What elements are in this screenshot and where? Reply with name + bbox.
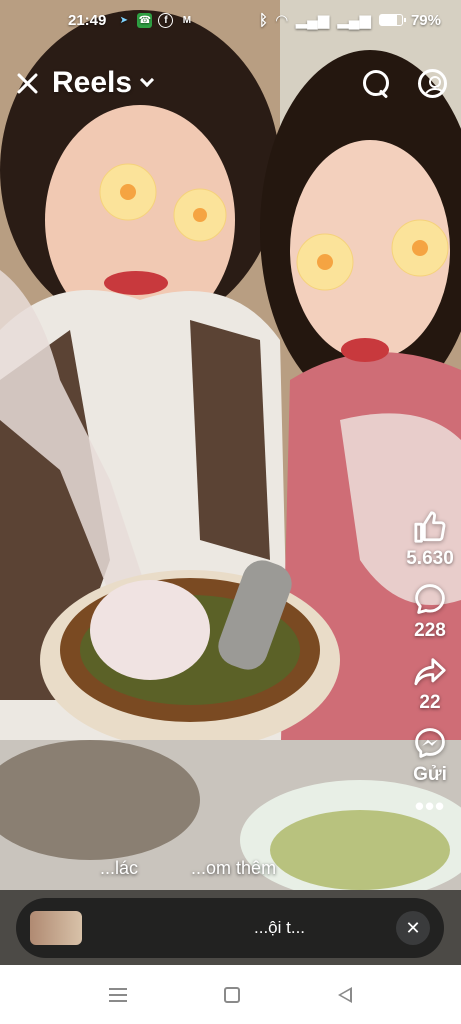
like-button[interactable]: 5.630	[406, 510, 454, 570]
recent-apps-icon[interactable]	[108, 987, 127, 1002]
comment-count: 228	[414, 620, 446, 641]
signal-icon-2: ▂▄▆	[337, 12, 371, 29]
search-icon[interactable]	[362, 69, 390, 97]
wifi-icon: ◠	[276, 12, 288, 29]
action-rail: 5.630 228 22 Gửi •••	[399, 510, 461, 819]
comment-button[interactable]: 228	[413, 582, 447, 642]
status-app-icons: ➤ ☎ f M	[116, 12, 194, 28]
share-icon	[414, 658, 446, 686]
suggestion-thumbnail	[30, 911, 82, 945]
bluetooth-icon: ᛒ	[259, 11, 269, 29]
status-right: ᛒ ◠ ▂▄▆ ▂▄▆ 79%	[259, 11, 441, 30]
back-icon[interactable]	[338, 986, 353, 1003]
status-bar: 21:49 ➤ ☎ f M ᛒ ◠ ▂▄▆ ▂▄▆ 79%	[0, 0, 461, 40]
reels-header: Reels	[0, 58, 461, 108]
reel-caption[interactable]: ...lác ...om thêm	[100, 858, 324, 879]
caption-part-2: ...om thêm	[191, 858, 277, 878]
page-title[interactable]: Reels	[52, 66, 132, 100]
signal-icon: ▂▄▆	[295, 12, 330, 29]
thumbs-up-icon	[414, 511, 446, 543]
share-count: 22	[419, 692, 441, 713]
suggestion-text: ...ội t...	[254, 918, 306, 937]
battery-percent: 79%	[410, 11, 441, 29]
reel-video[interactable]	[0, 0, 461, 965]
gmail-icon: M	[182, 14, 192, 26]
suggestion-bar[interactable]: ...ội t... ✕	[16, 898, 444, 958]
send-label: Gửi	[413, 764, 447, 785]
messenger-icon	[415, 728, 445, 758]
profile-icon[interactable]	[418, 68, 447, 98]
phone-icon: ☎	[137, 12, 153, 28]
caption-part-1: ...lác	[100, 858, 139, 878]
video-frame-illustration	[0, 0, 461, 965]
android-nav-bar	[0, 965, 461, 1024]
chevron-down-icon[interactable]	[139, 72, 155, 88]
battery-icon	[378, 14, 406, 26]
share-button[interactable]: 22	[413, 654, 447, 714]
send-button[interactable]: Gửi	[413, 726, 447, 786]
navigation-icon: ➤	[119, 14, 129, 26]
more-options-icon[interactable]: •••	[415, 793, 445, 819]
close-suggestion-icon[interactable]: ✕	[396, 911, 430, 945]
status-time: 21:49	[68, 11, 107, 29]
close-icon[interactable]	[14, 70, 40, 96]
comment-icon	[415, 584, 445, 614]
facebook-icon: f	[158, 12, 174, 28]
home-icon[interactable]	[224, 986, 241, 1003]
like-count: 5.630	[406, 548, 454, 569]
header-actions	[362, 68, 447, 98]
